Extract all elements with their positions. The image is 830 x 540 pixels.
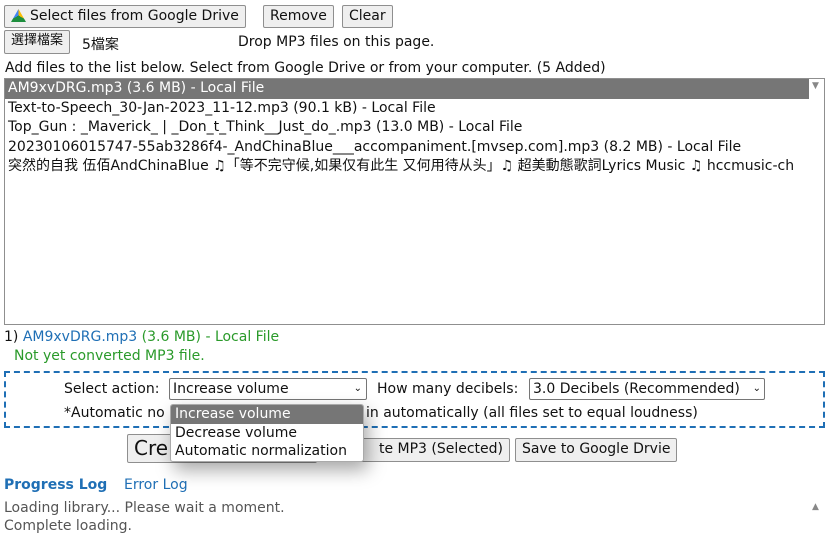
- scroll-down-icon[interactable]: ▼: [812, 79, 819, 97]
- selected-index: 1): [4, 329, 19, 345]
- choose-file-button[interactable]: 選擇檔案: [4, 30, 71, 54]
- selected-size: (3.6 MB): [141, 329, 201, 345]
- log-line: Loading library... Please wait a moment.: [4, 500, 285, 516]
- remove-button[interactable]: Remove: [263, 5, 334, 28]
- list-item[interactable]: AM9xvDRG.mp3 (3.6 MB) - Local File: [5, 79, 824, 99]
- selected-name: AM9xvDRG.mp3: [22, 329, 138, 345]
- decibel-label: How many decibels:: [377, 381, 519, 397]
- save-google-drive-button[interactable]: Save to Google Drvie: [515, 438, 678, 462]
- clear-button[interactable]: Clear: [342, 5, 393, 28]
- instructions: Add files to the list below. Select from…: [5, 60, 606, 76]
- selected-file-info: 1) AM9xvDRG.mp3 (3.6 MB) - Local File: [4, 329, 279, 345]
- scrollbar[interactable]: ▼: [809, 79, 824, 99]
- note-start: *Automatic no: [64, 405, 165, 421]
- scroll-up-icon[interactable]: ▲: [812, 502, 819, 512]
- google-drive-label: Select files from Google Drive: [30, 8, 239, 24]
- file-list[interactable]: AM9xvDRG.mp3 (3.6 MB) - Local File Text-…: [4, 78, 825, 325]
- list-item[interactable]: 20230106015747-55ab3286f4-_AndChinaBlue_…: [5, 138, 824, 158]
- log-line: Complete loading.: [4, 518, 132, 534]
- selected-source: - Local File: [205, 329, 280, 345]
- action-label: Select action:: [64, 381, 160, 397]
- drop-hint: Drop MP3 files on this page.: [238, 34, 435, 50]
- list-item[interactable]: 突然的自我 伍佰AndChinaBlue ♫「等不完守候,如果仅有此生 又何用待…: [5, 157, 824, 177]
- conversion-status: Not yet converted MP3 file.: [14, 348, 205, 364]
- note-end: in automatically (all files set to equal…: [366, 405, 698, 421]
- list-item[interactable]: Text-to-Speech_30-Jan-2023_11-12.mp3 (90…: [5, 99, 824, 119]
- tab-progress-log[interactable]: Progress Log: [4, 477, 107, 493]
- tab-error-log[interactable]: Error Log: [124, 477, 188, 493]
- chevron-down-icon: ⌄: [353, 383, 362, 394]
- dropdown-option[interactable]: Increase volume: [171, 405, 363, 424]
- decibel-value: 3.0 Decibels (Recommended): [533, 381, 740, 397]
- action-dropdown-menu[interactable]: Increase volume Decrease volume Automati…: [170, 404, 364, 462]
- google-drive-button[interactable]: Select files from Google Drive: [4, 5, 246, 28]
- dropdown-option[interactable]: Automatic normalization: [171, 442, 363, 461]
- chevron-down-icon: ⌄: [752, 383, 761, 394]
- action-select[interactable]: Increase volume ⌄: [169, 378, 367, 400]
- dropdown-option[interactable]: Decrease volume: [171, 424, 363, 443]
- file-count: 5檔案: [82, 37, 119, 53]
- decibel-select[interactable]: 3.0 Decibels (Recommended) ⌄: [529, 378, 765, 400]
- google-drive-icon: [11, 9, 26, 22]
- list-item[interactable]: Top_Gun : _Maverick_ | _Don_t_Think__Jus…: [5, 118, 824, 138]
- action-value: Increase volume: [173, 381, 289, 397]
